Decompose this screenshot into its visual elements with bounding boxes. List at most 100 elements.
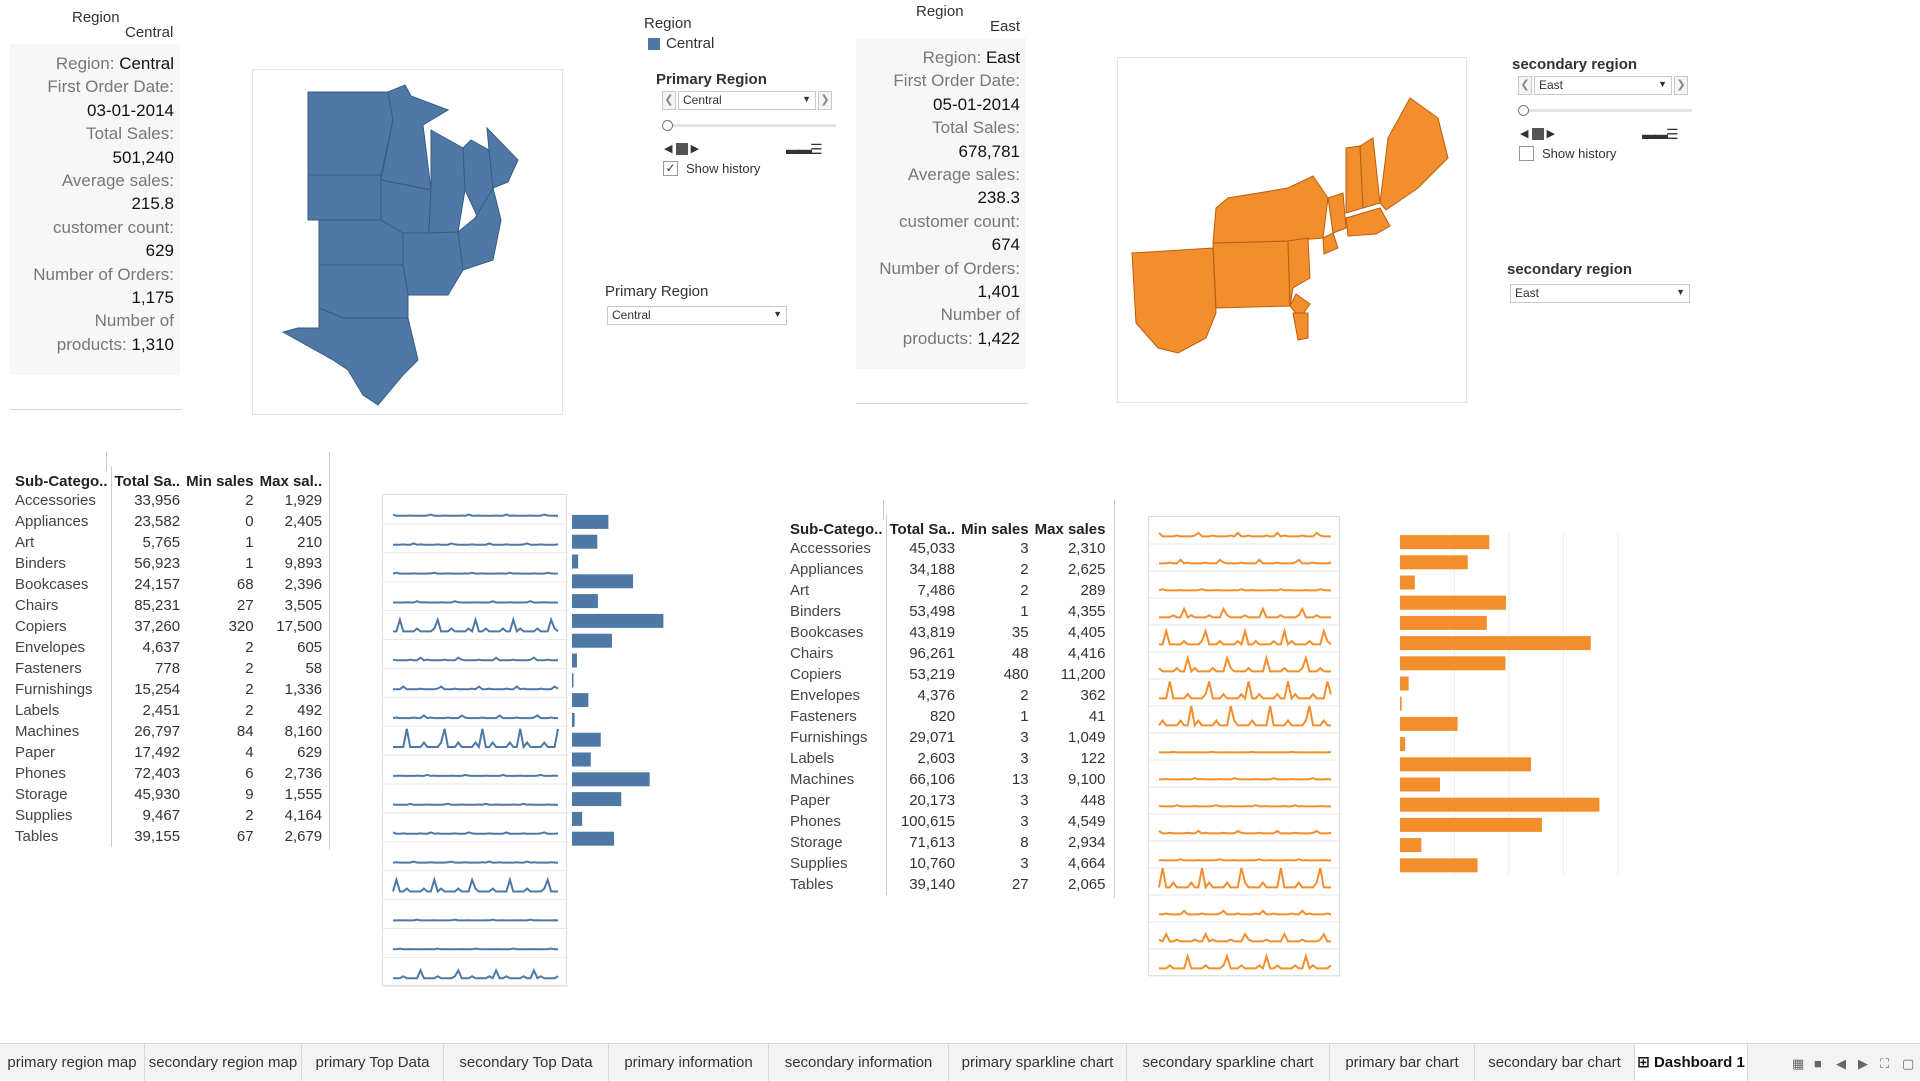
sparkline-row[interactable] xyxy=(1159,805,1331,806)
bar-chairs[interactable] xyxy=(1400,636,1591,650)
table-row[interactable]: Chairs96,261484,416 xyxy=(784,643,1109,664)
bar-envelopes[interactable] xyxy=(1400,677,1409,691)
bar-appliances[interactable] xyxy=(572,535,597,549)
bar-accessories[interactable] xyxy=(572,515,608,529)
sparkline-row[interactable] xyxy=(1159,560,1331,564)
sparkline-row[interactable] xyxy=(1159,589,1331,590)
sparkline-row[interactable] xyxy=(1159,868,1331,887)
playback-controls[interactable]: ◀ ▶ xyxy=(664,142,699,155)
col-total-sales[interactable]: Total Sa.. xyxy=(886,514,958,538)
table-row[interactable]: Copiers53,21948011,200 xyxy=(784,664,1109,685)
table-row[interactable]: Chairs85,231273,505 xyxy=(9,595,325,616)
bar-chairs[interactable] xyxy=(572,614,663,628)
bar-phones[interactable] xyxy=(1400,798,1599,812)
tab-secondary-top-data[interactable]: secondary Top Data xyxy=(444,1044,609,1081)
bar-envelopes[interactable] xyxy=(572,654,577,668)
table-row[interactable]: Storage45,93091,555 xyxy=(9,784,325,805)
tab-primary-top-data[interactable]: primary Top Data xyxy=(302,1044,444,1081)
table-row[interactable]: Accessories45,03332,310 xyxy=(784,538,1109,559)
sparkline-row[interactable] xyxy=(393,543,558,544)
col-min-sales[interactable]: Min sales xyxy=(958,514,1032,538)
table-row[interactable]: Phones72,40362,736 xyxy=(9,763,325,784)
col-max-sales[interactable]: Max sal.. xyxy=(257,466,326,490)
sparkline-row[interactable] xyxy=(1159,631,1331,644)
sparkline-row[interactable] xyxy=(393,804,558,805)
bar-tables[interactable] xyxy=(1400,858,1478,872)
primary-region-map[interactable] xyxy=(252,69,563,415)
table-row[interactable]: Paper20,1733448 xyxy=(784,790,1109,811)
sparkline-row[interactable] xyxy=(1159,911,1331,915)
tab-primary-region-map[interactable]: primary region map xyxy=(0,1044,145,1081)
sparkline-row[interactable] xyxy=(393,687,558,690)
sparkline-row[interactable] xyxy=(393,601,558,602)
sparkline-row[interactable] xyxy=(1159,778,1331,779)
primary-region-select[interactable]: Central ▼ xyxy=(678,91,816,110)
table-row[interactable]: Fasteners820141 xyxy=(784,706,1109,727)
bar-labels[interactable] xyxy=(572,713,575,727)
bar-fasteners[interactable] xyxy=(1400,697,1402,711)
secondary-region-map[interactable] xyxy=(1117,57,1467,403)
prev-value-button[interactable]: ❮ xyxy=(662,91,676,110)
table-row[interactable]: Labels2,6033122 xyxy=(784,748,1109,769)
sparkline-row[interactable] xyxy=(1159,831,1331,833)
sparkline-row[interactable] xyxy=(393,658,558,661)
bar-labels[interactable] xyxy=(1400,737,1405,751)
next-icon[interactable]: ▶ xyxy=(1858,1056,1868,1072)
sparkline-row[interactable] xyxy=(1159,956,1331,968)
tab-secondary-sparkline-chart[interactable]: secondary sparkline chart xyxy=(1127,1044,1330,1081)
sparkline-row[interactable] xyxy=(393,862,558,863)
bar-machines[interactable] xyxy=(572,733,601,747)
prev-icon[interactable]: ◀ xyxy=(1836,1056,1846,1072)
show-history-checkbox[interactable]: ✓ xyxy=(663,161,678,176)
slider-knob[interactable] xyxy=(662,120,673,131)
table-row[interactable]: Art5,7651210 xyxy=(9,532,325,553)
bar-copiers[interactable] xyxy=(1400,656,1505,670)
sparkline-row[interactable] xyxy=(1159,681,1331,698)
prev-value-button[interactable]: ❮ xyxy=(1518,76,1532,95)
bar-paper[interactable] xyxy=(572,753,591,767)
table-row[interactable]: Bookcases43,819354,405 xyxy=(784,622,1109,643)
sheet-icon[interactable]: ■ xyxy=(1814,1056,1822,1071)
table-row[interactable]: Copiers37,26032017,500 xyxy=(9,616,325,637)
table-row[interactable]: Appliances34,18822,625 xyxy=(784,559,1109,580)
table-row[interactable]: Supplies10,76034,664 xyxy=(784,853,1109,874)
table-row[interactable]: Envelopes4,3762362 xyxy=(784,685,1109,706)
primary-history-slider[interactable] xyxy=(668,124,836,127)
table-row[interactable]: Tables39,140272,065 xyxy=(784,874,1109,895)
speed-controls[interactable]: ▬▬☰ xyxy=(786,141,821,158)
bar-bookcases[interactable] xyxy=(572,594,598,608)
slider-knob[interactable] xyxy=(1518,105,1529,116)
playback-controls[interactable]: ◀ ▶ xyxy=(1520,127,1555,140)
table-row[interactable]: Appliances23,58202,405 xyxy=(9,511,325,532)
table-row[interactable]: Furnishings29,07131,049 xyxy=(784,727,1109,748)
sparkline-row[interactable] xyxy=(393,970,558,978)
col-subcategory[interactable]: Sub-Catego.. xyxy=(784,514,886,538)
col-max-sales[interactable]: Max sales xyxy=(1032,514,1109,538)
grid-icon[interactable]: ▦ xyxy=(1792,1056,1804,1072)
sparkline-row[interactable] xyxy=(1159,658,1331,671)
bar-binders[interactable] xyxy=(1400,596,1506,610)
bar-bookcases[interactable] xyxy=(1400,616,1487,630)
tab-secondary-bar-chart[interactable]: secondary bar chart xyxy=(1475,1044,1635,1081)
bar-art[interactable] xyxy=(1400,576,1415,590)
present-icon[interactable]: ▢ xyxy=(1902,1056,1914,1072)
table-row[interactable]: Labels2,4512492 xyxy=(9,700,325,721)
bar-supplies[interactable] xyxy=(1400,838,1421,852)
table-row[interactable]: Supplies9,46724,164 xyxy=(9,805,325,826)
bar-storage[interactable] xyxy=(572,792,621,806)
sparkline-row[interactable] xyxy=(393,920,558,921)
table-row[interactable]: Machines26,797848,160 xyxy=(9,721,325,742)
sparkline-row[interactable] xyxy=(393,515,558,516)
sparkline-row[interactable] xyxy=(1159,706,1331,725)
table-row[interactable]: Binders53,49814,355 xyxy=(784,601,1109,622)
col-total-sales[interactable]: Total Sa.. xyxy=(111,466,183,490)
bar-storage[interactable] xyxy=(1400,818,1542,832)
tab-secondary-information[interactable]: secondary information xyxy=(769,1044,949,1081)
table-row[interactable]: Storage71,61382,934 xyxy=(784,832,1109,853)
tab-primary-bar-chart[interactable]: primary bar chart xyxy=(1330,1044,1475,1081)
primary-region-dropdown[interactable]: Central ▼ xyxy=(607,306,787,325)
bar-supplies[interactable] xyxy=(572,812,582,826)
sparkline-row[interactable] xyxy=(393,880,558,892)
bar-accessories[interactable] xyxy=(1400,535,1489,549)
table-row[interactable]: Phones100,61534,549 xyxy=(784,811,1109,832)
